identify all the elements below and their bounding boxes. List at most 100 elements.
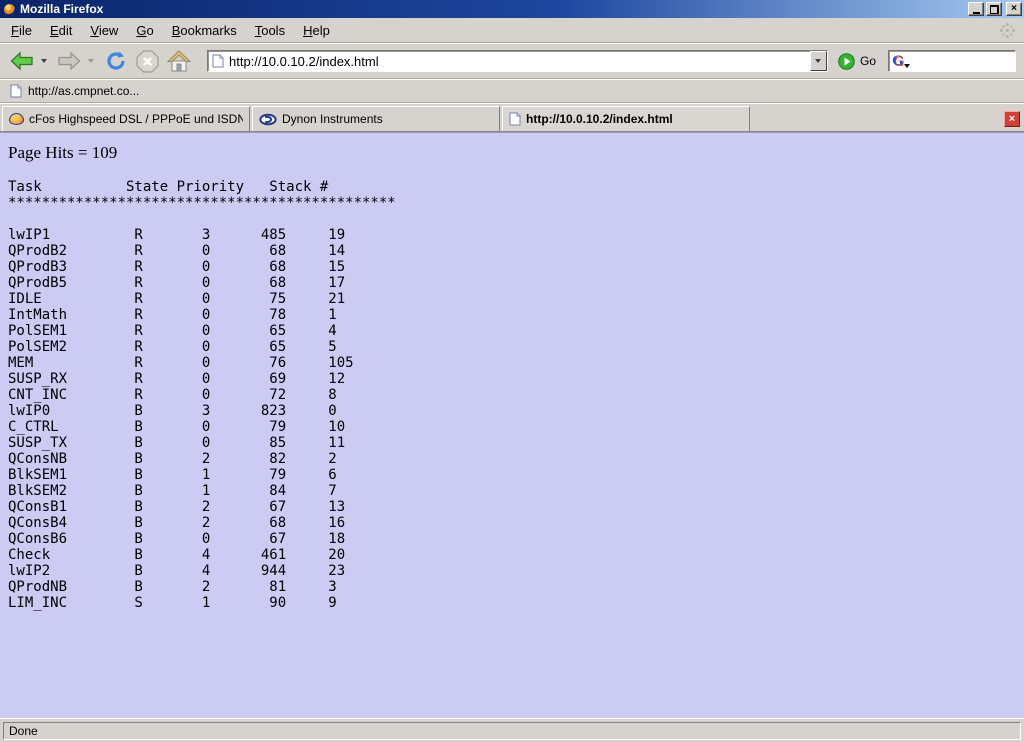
tab-label: Dynon Instruments bbox=[282, 112, 383, 126]
cell-priority: 0 bbox=[202, 419, 210, 435]
cell-state: B bbox=[134, 467, 142, 483]
cell-priority: 0 bbox=[202, 243, 210, 259]
back-dropdown-caret[interactable] bbox=[41, 59, 47, 63]
menu-go[interactable]: Go bbox=[127, 20, 162, 41]
tab-dynon[interactable]: Dynon Instruments bbox=[252, 106, 500, 131]
cell-number: 20 bbox=[328, 547, 345, 563]
stop-button[interactable] bbox=[134, 48, 161, 75]
cell-task: PolSEM2 bbox=[8, 339, 67, 355]
cell-task: CNT_INC bbox=[8, 387, 67, 403]
page-icon bbox=[212, 54, 224, 68]
table-row: MEMR076105 bbox=[8, 355, 1024, 371]
table-row: lwIP1R348519 bbox=[8, 227, 1024, 243]
go-button[interactable]: Go bbox=[838, 53, 876, 70]
search-box[interactable]: G bbox=[888, 50, 1016, 72]
google-logo-icon[interactable]: G bbox=[892, 54, 910, 69]
table-row: IntMathR0781 bbox=[8, 307, 1024, 323]
page-icon bbox=[509, 112, 521, 126]
cell-state: B bbox=[134, 531, 142, 547]
cell-priority: 0 bbox=[202, 307, 210, 323]
cell-stack: 90 bbox=[227, 595, 286, 611]
cell-state: R bbox=[134, 339, 142, 355]
cell-priority: 0 bbox=[202, 339, 210, 355]
menu-help[interactable]: Help bbox=[294, 20, 339, 41]
cell-state: B bbox=[134, 483, 142, 499]
url-bar[interactable] bbox=[207, 50, 828, 72]
close-tab-button[interactable]: × bbox=[1004, 111, 1020, 127]
cell-priority: 2 bbox=[202, 579, 210, 595]
table-row: LIM_INCS1909 bbox=[8, 595, 1024, 611]
cell-priority: 0 bbox=[202, 387, 210, 403]
back-button[interactable] bbox=[8, 49, 36, 73]
stop-icon bbox=[136, 50, 159, 73]
header-priority: Priority bbox=[177, 179, 244, 195]
cell-task: QProdB2 bbox=[8, 243, 67, 259]
cell-task: SUSP_RX bbox=[8, 371, 67, 387]
close-button[interactable]: × bbox=[1006, 2, 1022, 16]
cell-state: B bbox=[134, 419, 142, 435]
url-input[interactable] bbox=[229, 52, 810, 70]
status-text: Done bbox=[9, 724, 38, 738]
cell-task: QConsB4 bbox=[8, 515, 67, 531]
forward-button[interactable] bbox=[55, 49, 83, 73]
cell-number: 4 bbox=[328, 323, 336, 339]
navigation-toolbar: Go G bbox=[0, 43, 1024, 79]
table-row: CheckB446120 bbox=[8, 547, 1024, 563]
cell-stack: 68 bbox=[227, 275, 286, 291]
menu-edit[interactable]: Edit bbox=[41, 20, 81, 41]
menu-tools[interactable]: Tools bbox=[246, 20, 294, 41]
minimize-button[interactable] bbox=[968, 2, 984, 16]
reload-button[interactable] bbox=[102, 47, 130, 75]
cell-number: 15 bbox=[328, 259, 345, 275]
cell-stack: 485 bbox=[227, 227, 286, 243]
cell-priority: 3 bbox=[202, 403, 210, 419]
cell-task: Check bbox=[8, 547, 50, 563]
cell-stack: 75 bbox=[227, 291, 286, 307]
cell-number: 9 bbox=[328, 595, 336, 611]
cell-state: R bbox=[134, 243, 142, 259]
tab-active-index-page[interactable]: http://10.0.10.2/index.html bbox=[502, 106, 750, 131]
cell-task: C_CTRL bbox=[8, 419, 59, 435]
cell-state: B bbox=[134, 515, 142, 531]
restore-button[interactable] bbox=[986, 2, 1002, 16]
minimize-icon bbox=[973, 12, 980, 14]
header-state: State bbox=[126, 179, 168, 195]
tab-label: cFos Highspeed DSL / PPPoE und ISDN CAP.… bbox=[29, 112, 243, 126]
cell-state: R bbox=[134, 355, 142, 371]
cell-stack: 68 bbox=[227, 259, 286, 275]
cell-stack: 944 bbox=[227, 563, 286, 579]
cell-number: 3 bbox=[328, 579, 336, 595]
cell-stack: 84 bbox=[227, 483, 286, 499]
cell-task: SUSP_TX bbox=[8, 435, 67, 451]
tab-cfos[interactable]: cFos Highspeed DSL / PPPoE und ISDN CAP.… bbox=[2, 106, 250, 131]
cell-priority: 2 bbox=[202, 515, 210, 531]
bookmarks-toolbar: http://as.cmpnet.co... bbox=[0, 79, 1024, 103]
table-row: QProdB2R06814 bbox=[8, 243, 1024, 259]
menu-view[interactable]: View bbox=[81, 20, 127, 41]
menu-bookmarks[interactable]: Bookmarks bbox=[163, 20, 246, 41]
cell-state: B bbox=[134, 579, 142, 595]
cell-task: QProdB5 bbox=[8, 275, 67, 291]
search-input[interactable] bbox=[910, 54, 1012, 68]
cell-number: 18 bbox=[328, 531, 345, 547]
restore-icon bbox=[990, 5, 999, 14]
forward-dropdown-caret[interactable] bbox=[88, 59, 94, 63]
table-row: QConsNBB2822 bbox=[8, 451, 1024, 467]
status-panel: Done bbox=[3, 722, 1021, 740]
page-hits-text: Page Hits = 109 bbox=[8, 143, 1024, 163]
cell-task: QProdNB bbox=[8, 579, 67, 595]
url-dropdown-button[interactable] bbox=[810, 51, 827, 71]
title-bar[interactable]: Mozilla Firefox × bbox=[0, 0, 1024, 18]
menu-file[interactable]: File bbox=[2, 20, 41, 41]
go-icon bbox=[838, 53, 855, 70]
header-task: Task bbox=[8, 179, 42, 195]
cell-stack: 65 bbox=[227, 323, 286, 339]
cell-task: PolSEM1 bbox=[8, 323, 67, 339]
cell-number: 5 bbox=[328, 339, 336, 355]
cell-task: QProdB3 bbox=[8, 259, 67, 275]
table-separator: ****************************************… bbox=[8, 195, 1024, 211]
home-button[interactable] bbox=[165, 48, 193, 74]
bookmark-item[interactable]: http://as.cmpnet.co... bbox=[10, 84, 139, 98]
table-row: IDLER07521 bbox=[8, 291, 1024, 307]
cell-state: R bbox=[134, 323, 142, 339]
